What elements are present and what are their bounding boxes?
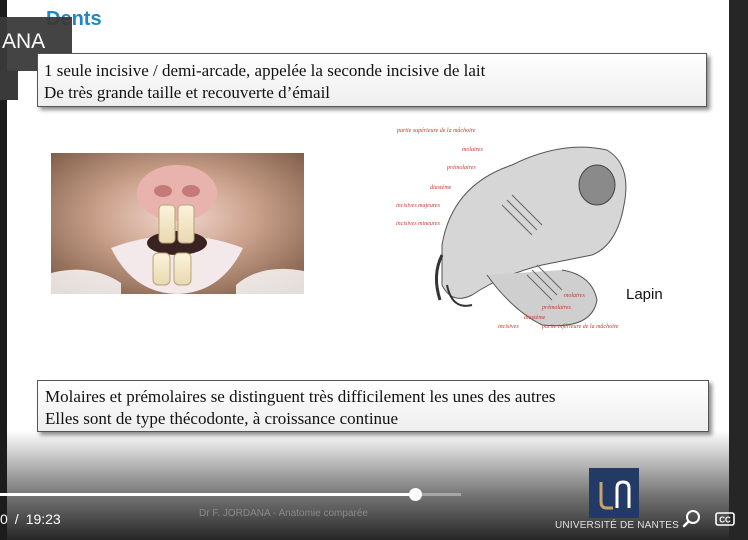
rabbit-teeth-illustration xyxy=(51,153,304,294)
speaker-tag-bar xyxy=(0,71,18,100)
diagram-label-premolaires-bas: prémolaires xyxy=(542,305,571,311)
time-separator: / xyxy=(14,511,19,527)
diagram-label-incisives-mineures: incisives mineures xyxy=(396,221,440,227)
university-logo-mark xyxy=(599,480,631,510)
progress-fill xyxy=(0,493,415,496)
speaker-tag-text: ANA xyxy=(2,30,46,53)
progress-knob[interactable] xyxy=(409,488,422,501)
diagram-label-molaires-bas: molaires xyxy=(564,293,585,299)
text-line: Molaires et prémolaires se distinguent t… xyxy=(45,387,556,406)
text-line: 1 seule incisive / demi-arcade, appelée … xyxy=(44,61,486,80)
figure-label: Lapin xyxy=(626,286,663,303)
diagram-label-incisives-majeures: incisives majeures xyxy=(396,203,440,209)
time-display: 0 / 19:23 xyxy=(0,511,61,527)
diagram-label-diasteme-bas: diastème xyxy=(524,315,546,321)
diagram-label-top: partie supérieure de la mâchoire xyxy=(397,128,476,134)
diagram-label-premolaires: prémolaires xyxy=(447,165,476,171)
current-time: 0 xyxy=(0,511,8,527)
skull-illustration xyxy=(435,146,627,327)
text-line: Elles sont de type thécodonte, à croissa… xyxy=(45,409,399,428)
text-box-incisors: 1 seule incisive / demi-arcade, appelée … xyxy=(37,53,707,107)
duration: 19:23 xyxy=(25,511,61,527)
rabbit-teeth-photo xyxy=(51,153,304,294)
search-icon[interactable] xyxy=(681,508,703,530)
closed-captions-icon[interactable]: CC xyxy=(714,508,736,530)
text-line: De très grande taille et recouverte d’ém… xyxy=(44,83,331,102)
diagram-label-diasteme: diastème xyxy=(430,185,452,191)
text-box-molars: Molaires et prémolaires se distinguent t… xyxy=(37,380,709,432)
diagram-label-molaires: molaires xyxy=(462,147,483,153)
university-logo xyxy=(589,468,639,518)
progress-bar[interactable] xyxy=(0,493,461,496)
rabbit-skull-diagram: partie supérieure de la mâchoire molaire… xyxy=(392,125,642,335)
player-edge xyxy=(729,0,748,540)
diagram-label-incisives: incisives xyxy=(498,324,519,330)
diagram-label-bottom: partie inférieure de la mâchoire xyxy=(542,324,619,330)
university-name: UNIVERSITÉ DE NANTES xyxy=(555,520,680,531)
cc-label: CC xyxy=(719,516,731,525)
footer-credit: Dr F. JORDANA - Anatomie comparée xyxy=(199,508,368,519)
